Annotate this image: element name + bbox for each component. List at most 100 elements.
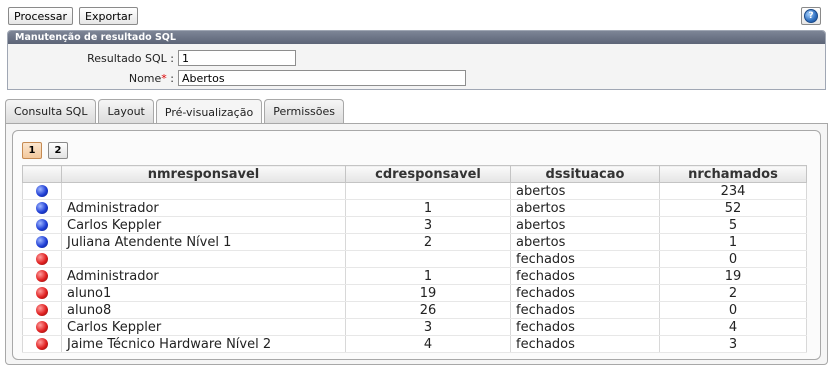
status-cell (22, 284, 62, 302)
cell-dssituacao: abertos (510, 216, 660, 234)
column-header-nrchamados[interactable]: nrchamados (659, 165, 807, 183)
cell-dssituacao: abertos (510, 199, 660, 217)
cell-nrchamados: 52 (659, 199, 807, 217)
cell-cdresponsavel: 19 (345, 284, 511, 302)
status-column-header (22, 165, 62, 183)
help-globe-icon: ? (804, 9, 818, 23)
tab-consulta-sql[interactable]: Consulta SQL (5, 99, 97, 123)
cell-dssituacao: fechados (510, 284, 660, 302)
status-cell (22, 199, 62, 217)
cell-nrchamados: 234 (659, 182, 807, 200)
page-1-button[interactable]: 1 (22, 142, 42, 159)
status-cell (22, 250, 62, 268)
nome-label: Nome (128, 71, 162, 85)
status-cell (22, 301, 62, 319)
table-row[interactable]: aluno8 26 fechados 0 (22, 301, 807, 319)
status-cell (22, 267, 62, 285)
red-status-icon (36, 287, 48, 299)
nome-colon: : (166, 71, 174, 85)
cell-nrchamados: 4 (659, 318, 807, 336)
toolbar: Processar Exportar (8, 7, 139, 25)
table-row[interactable]: aluno1 19 fechados 2 (22, 284, 807, 302)
result-table: nmresponsavel cdresponsavel dssituacao n… (22, 165, 807, 353)
cell-nrchamados: 0 (659, 301, 807, 319)
status-cell (22, 182, 62, 200)
table-row[interactable]: Carlos Keppler 3 abertos 5 (22, 216, 807, 234)
cell-cdresponsavel: 26 (345, 301, 511, 319)
resultado-sql-input[interactable] (178, 50, 296, 66)
cell-dssituacao: fechados (510, 267, 660, 285)
red-status-icon (36, 253, 48, 265)
cell-dssituacao: fechados (510, 250, 660, 268)
cell-dssituacao: abertos (510, 182, 660, 200)
column-header-dssituacao[interactable]: dssituacao (510, 165, 660, 183)
cell-nrchamados: 3 (659, 335, 807, 353)
cell-cdresponsavel (345, 182, 511, 200)
cell-cdresponsavel: 4 (345, 335, 511, 353)
cell-nmresponsavel: Carlos Keppler (61, 216, 346, 234)
cell-nmresponsavel: Administrador (61, 267, 346, 285)
cell-nrchamados: 5 (659, 216, 807, 234)
cell-cdresponsavel: 1 (345, 267, 511, 285)
status-cell (22, 233, 62, 251)
table-row[interactable]: Carlos Keppler 3 fechados 4 (22, 318, 807, 336)
cell-nrchamados: 2 (659, 284, 807, 302)
table-row[interactable]: abertos 234 (22, 182, 807, 200)
cell-nrchamados: 1 (659, 233, 807, 251)
status-cell (22, 335, 62, 353)
column-header-nmresponsavel[interactable]: nmresponsavel (61, 165, 346, 183)
table-row[interactable]: fechados 0 (22, 250, 807, 268)
cell-nmresponsavel: aluno8 (61, 301, 346, 319)
table-row[interactable]: Administrador 1 abertos 52 (22, 199, 807, 217)
blue-status-icon (36, 185, 48, 197)
panel-title: Manutenção de resultado SQL (8, 31, 825, 44)
table-row[interactable]: Juliana Atendente Nível 1 2 abertos 1 (22, 233, 807, 251)
cell-dssituacao: abertos (510, 233, 660, 251)
resultado-label: Resultado SQL : (87, 51, 174, 65)
cell-dssituacao: fechados (510, 301, 660, 319)
cell-cdresponsavel: 1 (345, 199, 511, 217)
red-status-icon (36, 321, 48, 333)
red-status-icon (36, 304, 48, 316)
maintenance-panel: Manutenção de resultado SQL Resultado SQ… (7, 30, 826, 90)
processar-button[interactable]: Processar (8, 7, 73, 25)
red-status-icon (36, 270, 48, 282)
cell-nmresponsavel (61, 182, 346, 200)
nome-label-group: Nome* : (8, 72, 174, 85)
exportar-button[interactable]: Exportar (79, 7, 139, 25)
table-row[interactable]: Administrador 1 fechados 19 (22, 267, 807, 285)
cell-cdresponsavel: 2 (345, 233, 511, 251)
nome-input[interactable] (178, 70, 466, 86)
tab-pre-visualizacao[interactable]: Pré-visualização (155, 99, 263, 124)
cell-nrchamados: 19 (659, 267, 807, 285)
page-2-button[interactable]: 2 (48, 142, 68, 159)
tab-layout[interactable]: Layout (98, 99, 154, 123)
resultado-row: Resultado SQL : (8, 50, 296, 66)
cell-nrchamados: 0 (659, 250, 807, 268)
cell-cdresponsavel: 3 (345, 318, 511, 336)
pager: 1 2 (22, 142, 68, 159)
table-row[interactable]: Jaime Técnico Hardware Nível 2 4 fechados 3 (22, 335, 807, 353)
preview-container: 1 2 nmresponsavel cdresponsavel dssituac… (12, 130, 821, 360)
status-cell (22, 216, 62, 234)
cell-nmresponsavel: Administrador (61, 199, 346, 217)
red-status-icon (36, 338, 48, 350)
cell-nmresponsavel: Juliana Atendente Nível 1 (61, 233, 346, 251)
status-cell (22, 318, 62, 336)
blue-status-icon (36, 236, 48, 248)
cell-nmresponsavel: Jaime Técnico Hardware Nível 2 (61, 335, 346, 353)
blue-status-icon (36, 202, 48, 214)
table-header-row: nmresponsavel cdresponsavel dssituacao n… (22, 165, 807, 183)
cell-dssituacao: fechados (510, 318, 660, 336)
cell-nmresponsavel (61, 250, 346, 268)
cell-cdresponsavel: 3 (345, 216, 511, 234)
column-header-cdresponsavel[interactable]: cdresponsavel (345, 165, 511, 183)
help-button[interactable]: ? (801, 7, 821, 25)
cell-nmresponsavel: Carlos Keppler (61, 318, 346, 336)
tab-permissoes[interactable]: Permissões (264, 99, 345, 123)
cell-nmresponsavel: aluno1 (61, 284, 346, 302)
nome-row: Nome* : (8, 70, 466, 86)
tab-bar: Consulta SQL Layout Pré-visualização Per… (5, 99, 345, 124)
cell-cdresponsavel (345, 250, 511, 268)
tab-content: 1 2 nmresponsavel cdresponsavel dssituac… (5, 123, 828, 365)
